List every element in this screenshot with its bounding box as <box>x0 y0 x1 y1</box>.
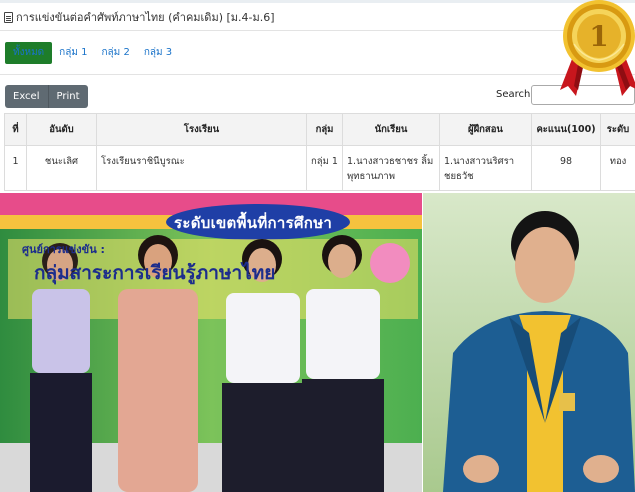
header-divider <box>0 30 635 31</box>
excel-button[interactable]: Excel <box>5 85 49 108</box>
banner-subject: กลุ่มสาระการเรียนรู้ภาษาไทย <box>34 262 276 284</box>
page-title: การแข่งขันต่อคำศัพท์ภาษาไทย (คำคมเดิม) [… <box>4 8 275 26</box>
results-table: ที่ อันดับ โรงเรียน กลุ่ม นักเรียน ผู้ฝึ… <box>4 113 635 191</box>
gold-medal-icon: 1 <box>560 0 635 96</box>
cell-level: ทอง <box>600 145 635 191</box>
tab-group-1[interactable]: กลุ่ม 1 <box>52 42 94 64</box>
document-icon <box>4 11 13 23</box>
search-label: Search: <box>496 89 534 100</box>
col-header-no[interactable]: ที่ <box>4 113 27 146</box>
col-header-school[interactable]: โรงเรียน <box>96 113 307 146</box>
tab-all[interactable]: ทั้งหมด <box>5 42 53 64</box>
table-row: 1 ชนะเลิศ โรงเรียนราชินีบูรณะ กลุ่ม 1 1.… <box>4 145 635 191</box>
col-header-group[interactable]: กลุ่ม <box>306 113 343 146</box>
col-header-level[interactable]: ระดับ <box>600 113 635 146</box>
cell-score: 98 <box>531 145 601 191</box>
col-header-coach[interactable]: ผู้ฝึกสอน <box>439 113 532 146</box>
print-button[interactable]: Print <box>48 85 88 108</box>
team-photo <box>0 193 422 492</box>
portrait-photo <box>423 193 635 492</box>
table-header-row: ที่ อันดับ โรงเรียน กลุ่ม นักเรียน ผู้ฝึ… <box>4 113 635 146</box>
cell-no: 1 <box>4 145 27 191</box>
top-strip <box>0 0 635 3</box>
cell-student: 1.นางสาวธชาชร ลิ้มพุทธานภาพ <box>342 145 440 191</box>
col-header-student[interactable]: นักเรียน <box>342 113 440 146</box>
banner-title: ระดับเขตพื้นที่การศึกษา <box>174 214 333 232</box>
tab-group-2[interactable]: กลุ่ม 2 <box>94 42 136 64</box>
col-header-score[interactable]: คะแนน(100) <box>531 113 601 146</box>
col-header-rank[interactable]: อันดับ <box>26 113 97 146</box>
banner-center-label: ศูนย์การแข่งขัน : <box>22 243 105 256</box>
cell-coach: 1.นางสาวนริศรา ชยธวัช <box>439 145 532 191</box>
tab-group-3[interactable]: กลุ่ม 3 <box>137 42 179 64</box>
cell-group: กลุ่ม 1 <box>306 145 343 191</box>
cell-school: โรงเรียนราชินีบูรณะ <box>96 145 307 191</box>
page-title-text: การแข่งขันต่อคำศัพท์ภาษาไทย (คำคมเดิม) [… <box>16 11 275 24</box>
group-tabs: ทั้งหมด กลุ่ม 1 กลุ่ม 2 กลุ่ม 3 <box>5 42 179 64</box>
export-buttons: Excel Print <box>5 85 88 108</box>
tabs-divider <box>0 74 635 75</box>
cell-rank: ชนะเลิศ <box>26 145 97 191</box>
medal-number: 1 <box>589 20 608 53</box>
